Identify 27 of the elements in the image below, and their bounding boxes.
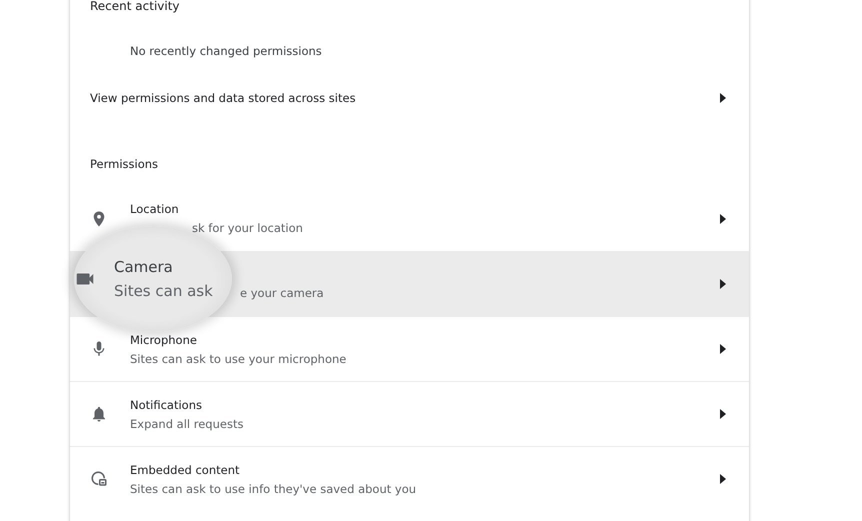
permission-title: Notifications — [130, 398, 203, 412]
permission-title: Camera — [114, 258, 174, 276]
permission-description: e your camera — [240, 286, 324, 300]
caret-icon — [719, 278, 727, 288]
permission-title: Microphone — [130, 332, 198, 348]
bell-icon — [90, 405, 108, 423]
permission-row[interactable]: Microphone Sites can ask to use your microphone — [70, 316, 749, 381]
caret-icon — [719, 409, 727, 419]
permission-description: sk for your location — [192, 221, 303, 235]
permission-description: Sites can ask to use your microphone — [130, 352, 346, 366]
view-permissions-link[interactable]: View permissions and data stored across sites — [70, 72, 749, 124]
section-heading: Permissions — [89, 156, 160, 173]
caret-icon — [719, 214, 727, 224]
empty-message: No recently changed permissions — [129, 43, 323, 60]
permission-row[interactable]: Embedded content Sites can ask to use info they've saved about you — [70, 446, 749, 511]
section-heading: Recent activity — [89, 0, 181, 15]
permission-title: Location — [130, 202, 180, 217]
permission-row[interactable]: Location sk for your location — [70, 186, 749, 251]
caret-icon — [719, 93, 727, 103]
permission-description: Sites can ask — [114, 282, 213, 300]
caret-icon — [719, 344, 727, 354]
permission-description: Sites can ask to use info they've saved about you — [130, 482, 416, 496]
permission-title: Embedded content — [130, 462, 241, 478]
permission-row[interactable]: Notifications Expand all requests — [70, 381, 749, 446]
embedded-content-icon — [90, 470, 108, 488]
caret-icon — [719, 474, 727, 484]
permission-description: Expand all requests — [130, 416, 244, 430]
